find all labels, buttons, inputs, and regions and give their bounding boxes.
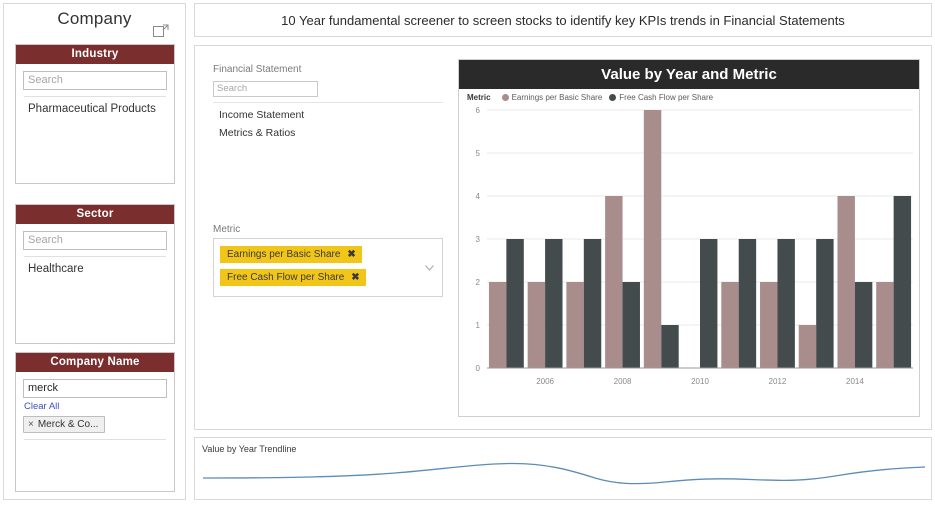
slicer-company-name: Company Name Clear All × Merck & Co... <box>15 352 175 492</box>
page-title: 10 Year fundamental screener to screen s… <box>281 12 845 28</box>
bar-2015-fcf[interactable] <box>893 196 912 368</box>
legend-swatch-icon <box>501 94 509 101</box>
slicer-sector: Sector Healthcare <box>15 204 175 344</box>
metric-multiselect[interactable]: Earnings per Basic Share ✖ Free Cash Flo… <box>213 238 443 297</box>
chevron-down-icon[interactable] <box>425 258 434 271</box>
metric-filter: Metric Earnings per Basic Share ✖ Free C… <box>213 224 453 297</box>
financial-statement-item-metrics-ratios[interactable]: Metrics & Ratios <box>213 121 453 139</box>
y-axis-tick-label: 5 <box>476 149 481 158</box>
chart-legend: Metric Earnings per Basic Share Free Cas… <box>459 89 919 102</box>
bar-2007-earnings[interactable] <box>566 282 584 368</box>
legend-title: Metric <box>467 93 491 102</box>
bar-2008-earnings[interactable] <box>605 196 623 368</box>
focus-mode-icon[interactable] <box>153 24 169 38</box>
bar-2009-earnings[interactable] <box>643 110 662 368</box>
slicer-sector-header: Sector <box>16 205 174 224</box>
legend-item-free-cash-flow-per-share[interactable]: Free Cash Flow per Share <box>609 93 713 102</box>
x-axis-tick-label: 2012 <box>769 377 787 386</box>
financial-statement-label: Financial Statement <box>213 64 302 75</box>
bar-2012-fcf[interactable] <box>777 239 795 368</box>
trendline-title: Value by Year Trendline <box>202 444 297 454</box>
slicer-company-name-header: Company Name <box>16 353 174 372</box>
financial-statement-filter: Financial Statement Income Statement Met… <box>213 64 453 139</box>
chart-plot-area: 0 1 2 3 4 5 6 2006 2008 2010 2012 2014 <box>459 102 919 398</box>
metric-tag-label: Earnings per Basic Share <box>227 249 341 260</box>
x-axis-tick-label: 2006 <box>536 377 554 386</box>
y-axis-tick-label: 3 <box>476 235 481 244</box>
legend-swatch-icon <box>609 94 617 101</box>
trendline-panel: Value by Year Trendline <box>194 437 932 500</box>
x-axis-tick-label: 2010 <box>691 377 709 386</box>
financial-statement-search-input[interactable] <box>213 80 318 97</box>
x-axis-tick-label: 2008 <box>614 377 632 386</box>
slicer-industry: Industry Pharmaceutical Products <box>15 44 175 184</box>
main-panel: Financial Statement Income Statement Met… <box>194 45 932 430</box>
bar-2013-fcf[interactable] <box>816 239 834 368</box>
metric-tag-free-cash-flow-per-share[interactable]: Free Cash Flow per Share ✖ <box>220 269 366 286</box>
bar-2012-earnings[interactable] <box>760 282 778 368</box>
y-axis-tick-label: 4 <box>476 192 481 201</box>
financial-statement-item-income-statement[interactable]: Income Statement <box>213 103 453 121</box>
legend-label: Free Cash Flow per Share <box>619 93 714 102</box>
bar-2006-earnings[interactable] <box>527 282 546 368</box>
y-axis-tick-label: 0 <box>476 364 481 373</box>
x-axis-tick-label: 2014 <box>846 377 864 386</box>
chart-title: Value by Year and Metric <box>601 66 777 83</box>
bar-2010-fcf[interactable] <box>700 239 718 368</box>
bar-2011-earnings[interactable] <box>721 282 739 368</box>
bar-chart-svg: 0 1 2 3 4 5 6 2006 2008 2010 2012 2014 <box>476 106 913 386</box>
company-sidebar: Company Industry Pharmaceutical Products… <box>3 3 186 500</box>
divider <box>24 438 166 440</box>
bar-2005-earnings[interactable] <box>488 282 507 368</box>
bar-2007-fcf[interactable] <box>583 239 602 368</box>
chip-label: Merck & Co... <box>37 418 99 430</box>
metric-label: Metric <box>213 224 241 235</box>
bar-2013-earnings[interactable] <box>798 325 817 368</box>
bar-2005-fcf[interactable] <box>506 239 524 368</box>
bar-2014-fcf[interactable] <box>854 282 873 368</box>
slicer-item-pharmaceutical-products[interactable]: Pharmaceutical Products <box>23 97 167 117</box>
legend-item-earnings-per-basic-share[interactable]: Earnings per Basic Share <box>501 93 603 102</box>
remove-chip-icon[interactable]: × <box>28 419 34 430</box>
trendline-svg <box>202 462 926 485</box>
page-header: 10 Year fundamental screener to screen s… <box>194 3 932 37</box>
bar-2015-earnings[interactable] <box>876 282 894 368</box>
metric-tag-label: Free Cash Flow per Share <box>227 272 345 283</box>
trendline-path <box>202 462 926 485</box>
company-name-search-input[interactable] <box>23 378 167 398</box>
selected-company-chip[interactable]: × Merck & Co... <box>23 415 106 433</box>
bar-2008-fcf[interactable] <box>622 282 640 368</box>
value-by-year-and-metric-chart: Value by Year and Metric Metric Earnings… <box>458 59 920 417</box>
dashboard-root: Company Industry Pharmaceutical Products… <box>0 0 935 505</box>
bar-2009-fcf[interactable] <box>661 325 679 368</box>
clear-all-link[interactable]: Clear All <box>24 401 166 412</box>
bar-2006-fcf[interactable] <box>545 239 563 368</box>
remove-metric-tag-icon[interactable]: ✖ <box>347 249 355 260</box>
y-axis-tick-label: 1 <box>476 321 481 330</box>
slicer-item-healthcare[interactable]: Healthcare <box>23 257 167 277</box>
legend-label: Earnings per Basic Share <box>511 93 603 102</box>
metric-tag-earnings-per-basic-share[interactable]: Earnings per Basic Share ✖ <box>220 246 362 263</box>
remove-metric-tag-icon[interactable]: ✖ <box>351 272 359 283</box>
y-axis-tick-label: 2 <box>476 278 481 287</box>
sector-search-input[interactable] <box>23 230 167 250</box>
slicer-industry-header: Industry <box>16 45 174 64</box>
bar-2011-fcf[interactable] <box>738 239 757 368</box>
y-axis-tick-label: 6 <box>476 106 481 115</box>
bar-2014-earnings[interactable] <box>837 196 855 368</box>
chart-title-bar: Value by Year and Metric <box>459 60 919 89</box>
industry-search-input[interactable] <box>23 70 167 90</box>
